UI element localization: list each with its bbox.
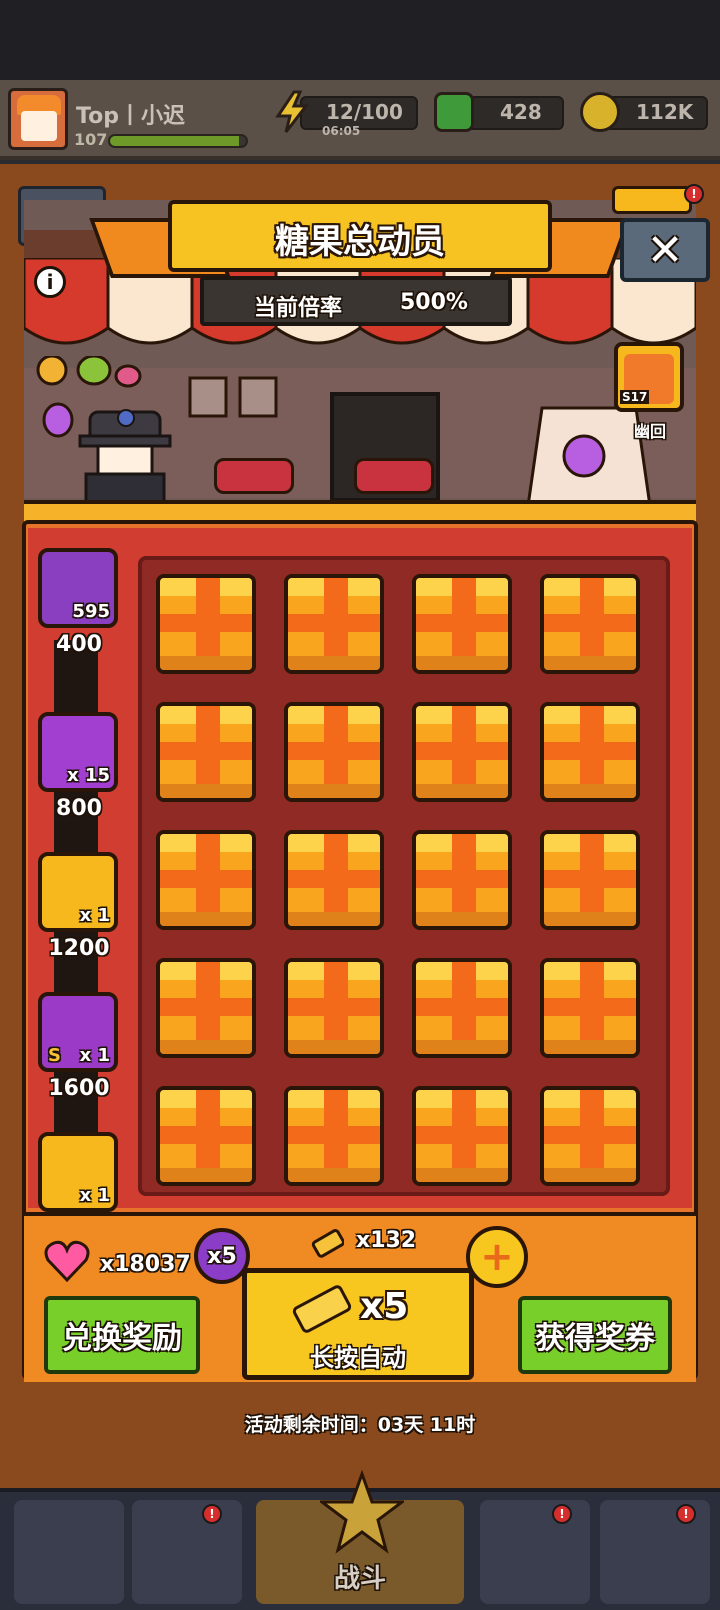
battle-star-icon [317, 1469, 407, 1554]
draw-label: 长按自动 [310, 1344, 406, 1372]
rate-value: 500% [400, 290, 468, 315]
gift-box[interactable] [284, 702, 384, 802]
reward-quantity: 595 [72, 601, 110, 622]
stool [214, 458, 294, 494]
reward-cost: 1200 [48, 936, 110, 961]
gift-box[interactable] [412, 574, 512, 674]
draw-multiplier: x5 [360, 1286, 409, 1327]
get-tickets-button[interactable]: 获得奖券 [518, 1296, 672, 1374]
nav-talent-icon[interactable] [480, 1500, 590, 1604]
hero-season: S17 [620, 390, 650, 404]
notification-badge: ! [202, 1504, 222, 1524]
hero-portrait[interactable]: S17 [614, 342, 684, 412]
close-icon: ✕ [646, 224, 684, 276]
nav-shop-icon[interactable] [14, 1500, 124, 1604]
info-icon[interactable]: i [34, 266, 66, 298]
gift-box[interactable] [412, 958, 512, 1058]
player-name: Top丨小迟 [76, 104, 185, 129]
gems-value: 428 [500, 100, 542, 124]
energy-icon [274, 90, 310, 134]
hero-name: 幽回 [634, 422, 667, 441]
notification-badge: ! [552, 1504, 572, 1524]
gift-box[interactable] [540, 830, 640, 930]
coin-icon [580, 92, 620, 132]
reward-chest-purple-icon[interactable]: x 1 S [38, 992, 118, 1072]
add-ticket-button[interactable]: + [466, 1226, 528, 1288]
reward-ticket-icon[interactable]: 595 [38, 548, 118, 628]
stool [354, 458, 434, 494]
gift-box[interactable] [284, 830, 384, 930]
gift-box[interactable] [412, 830, 512, 930]
gift-box[interactable] [412, 702, 512, 802]
reward-quantity: x 15 [67, 765, 110, 786]
reward-chest-gold-icon[interactable]: x 1 [38, 852, 118, 932]
gift-box[interactable] [156, 958, 256, 1058]
reward-quantity: x 1 [79, 905, 110, 926]
reward-cost: 400 [56, 632, 102, 657]
npc-character [70, 404, 180, 504]
gift-box[interactable] [540, 702, 640, 802]
event-tab[interactable] [612, 186, 692, 214]
xp-bar-fill [110, 136, 240, 146]
gift-box[interactable] [540, 958, 640, 1058]
exchange-reward-button[interactable]: 兑换奖励 [44, 1296, 200, 1374]
gift-box[interactable] [284, 574, 384, 674]
player-avatar[interactable] [8, 88, 68, 150]
reward-chest-silver-icon[interactable]: x 1 [38, 1132, 118, 1212]
gift-box[interactable] [540, 574, 640, 674]
xp-bar [108, 134, 248, 148]
heart-icon [44, 1240, 90, 1283]
rate-label: 当前倍率 [254, 296, 343, 321]
gift-box[interactable] [156, 1086, 256, 1186]
coins-value: 112K [636, 100, 694, 124]
ticket-small-icon [310, 1226, 345, 1260]
mugs [186, 374, 286, 420]
reward-quantity: x 1 [79, 1045, 110, 1066]
reward-key-icon[interactable]: x 15 [38, 712, 118, 792]
nav-battle-label: 战斗 [333, 1564, 386, 1594]
gem-icon [434, 92, 474, 132]
gift-box[interactable] [284, 958, 384, 1058]
ticket-icon [288, 1282, 358, 1334]
reward-quantity: x 1 [79, 1185, 110, 1206]
time-remaining: 活动剩余时间：03天 11时 [244, 1414, 476, 1436]
event-title: 糖果总动员 [275, 222, 445, 262]
gift-box[interactable] [412, 1086, 512, 1186]
notification-badge: ! [684, 184, 704, 204]
notification-badge: ! [676, 1504, 696, 1524]
status-bar [0, 0, 720, 80]
energy-value: 12/100 [326, 100, 403, 124]
hearts-count: x18037 [100, 1252, 191, 1277]
nav-equipment-icon[interactable] [132, 1500, 242, 1604]
plus-icon: + [480, 1234, 514, 1280]
reward-cost: 1600 [48, 1076, 110, 1101]
gift-box[interactable] [284, 1086, 384, 1186]
reward-rank: S [48, 1045, 61, 1066]
gift-box[interactable] [156, 574, 256, 674]
gift-box[interactable] [156, 830, 256, 930]
energy-timer: 06:05 [322, 124, 361, 138]
reward-cost: 800 [56, 796, 102, 821]
player-level: 107 [74, 130, 108, 149]
ticket-count: x132 [356, 1228, 417, 1253]
gift-box[interactable] [540, 1086, 640, 1186]
gift-box[interactable] [156, 702, 256, 802]
close-button[interactable]: ✕ [620, 218, 710, 282]
